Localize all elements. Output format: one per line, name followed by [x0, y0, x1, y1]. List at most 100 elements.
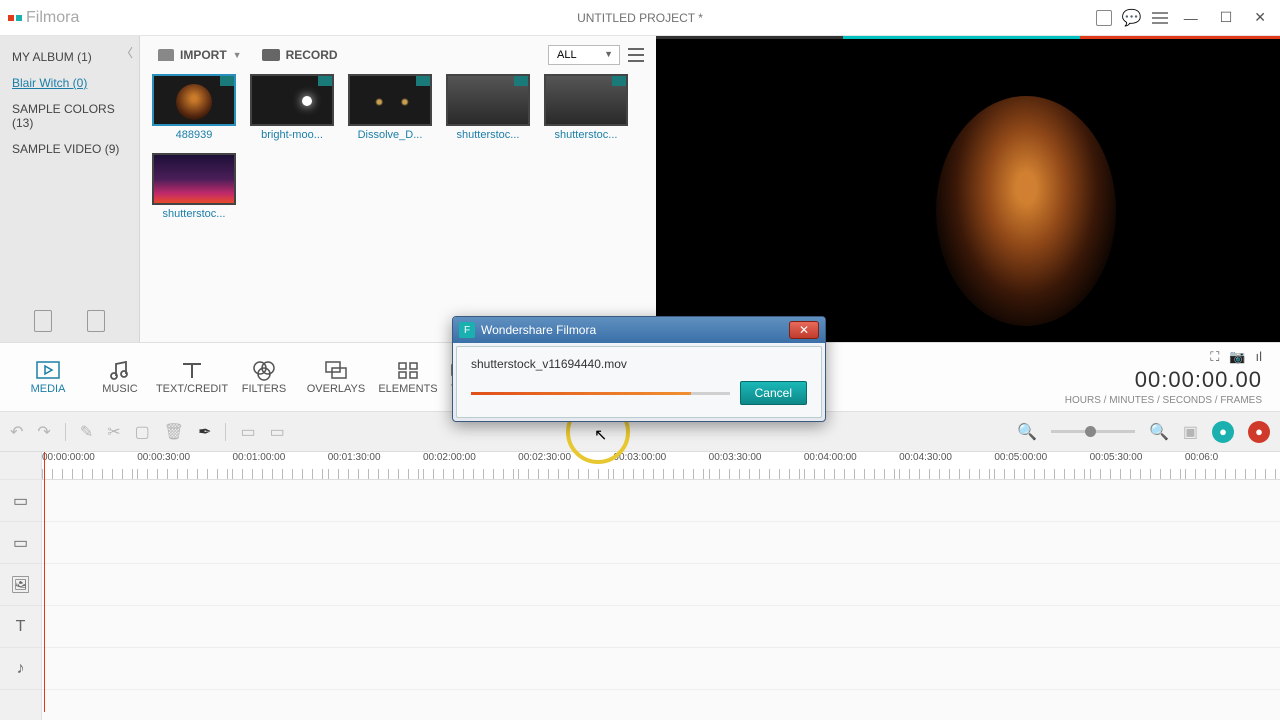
ruler-tick: 00:03:30:00	[709, 452, 762, 463]
marker-icon[interactable]: ●	[1212, 421, 1234, 443]
import-label: IMPORT	[180, 48, 227, 62]
tab-overlays[interactable]: OVERLAYS	[300, 359, 372, 395]
tab-filters[interactable]: FILTERS	[228, 359, 300, 395]
sidebar-item-blair-witch[interactable]: Blair Witch (0)	[0, 70, 139, 96]
playhead[interactable]	[44, 452, 45, 712]
ruler-tick: 00:01:00:00	[232, 452, 285, 463]
thumb-label: bright-moo...	[261, 129, 323, 141]
timeline-track-video2[interactable]	[42, 522, 1280, 564]
snapshot-icon[interactable]: 📷	[1229, 349, 1245, 365]
render-icon[interactable]: ●	[1248, 421, 1270, 443]
view-mode-icon[interactable]	[628, 48, 644, 62]
thumb-label: shutterstoc...	[457, 129, 520, 141]
pen-icon[interactable]: ✒	[198, 422, 211, 442]
media-thumb[interactable]: shutterstoc...	[544, 74, 628, 141]
sidebar: 〈 MY ALBUM (1) Blair Witch (0) SAMPLE CO…	[0, 36, 140, 342]
header-doc-icon[interactable]	[1096, 10, 1112, 26]
ruler-tick: 00:04:00:00	[804, 452, 857, 463]
titlebar: Filmora UNTITLED PROJECT * 💬 — ☐ ✕	[0, 0, 1280, 36]
tab-label: OVERLAYS	[307, 383, 366, 395]
track-head-image[interactable]: 🖼	[0, 564, 41, 606]
tab-label: FILTERS	[242, 383, 286, 395]
preview-image	[936, 96, 1116, 326]
media-thumb[interactable]: shutterstoc...	[152, 153, 236, 220]
timeline: ▭ ▭ 🖼 T ♪ 00:00:00:00 00:00:30:00 00:01:…	[0, 452, 1280, 720]
crop-icon[interactable]: ▢	[135, 422, 150, 442]
volume-icon[interactable]: ıl	[1256, 349, 1263, 365]
dialog-close-button[interactable]: ✕	[789, 321, 819, 339]
media-thumb[interactable]: Dissolve_D...	[348, 74, 432, 141]
dialog-progress-bar	[471, 392, 730, 395]
zoom-in-icon[interactable]: 🔍	[1149, 422, 1169, 442]
track-head-video1[interactable]: ▭	[0, 480, 41, 522]
media-thumb[interactable]: 488939	[152, 74, 236, 141]
split-icon[interactable]: ✂	[107, 422, 120, 442]
dialog-title: Wondershare Filmora	[481, 323, 596, 337]
undo-icon[interactable]: ↶	[10, 422, 23, 442]
sidebar-item-sample-video[interactable]: SAMPLE VIDEO (9)	[0, 136, 139, 162]
import-dialog: F Wondershare Filmora ✕ shutterstock_v11…	[452, 316, 826, 422]
track-head-audio[interactable]: ♪	[0, 648, 41, 690]
ruler-tick: 00:04:30:00	[899, 452, 952, 463]
media-thumb[interactable]: bright-moo...	[250, 74, 334, 141]
cancel-button[interactable]: Cancel	[740, 381, 807, 405]
dialog-filename: shutterstock_v11694440.mov	[471, 357, 807, 371]
close-window-button[interactable]: ✕	[1248, 9, 1272, 26]
tab-media[interactable]: MEDIA	[12, 359, 84, 395]
fullscreen-icon[interactable]: ⛶	[1210, 349, 1219, 365]
preview-progress	[656, 36, 1280, 39]
filmora-icon: F	[459, 322, 475, 338]
menu-icon[interactable]	[1152, 10, 1168, 26]
timeline-track-image[interactable]	[42, 564, 1280, 606]
ruler-tick: 00:00:00:00	[42, 452, 95, 463]
timeline-track-text[interactable]	[42, 606, 1280, 648]
ruler-tick: 00:02:00:00	[423, 452, 476, 463]
feedback-icon[interactable]: 💬	[1122, 8, 1142, 28]
zoom-out-icon[interactable]: 🔍	[1017, 422, 1037, 442]
new-folder-icon[interactable]	[34, 310, 52, 332]
tab-label: MEDIA	[31, 383, 66, 395]
delete-icon[interactable]: 🗑	[164, 422, 184, 442]
ruler-tick: 00:03:00:00	[613, 452, 666, 463]
thumb-label: 488939	[176, 129, 213, 141]
tab-music[interactable]: MUSIC	[84, 359, 156, 395]
preview-panel	[656, 36, 1280, 342]
record-label: RECORD	[286, 48, 338, 62]
media-thumb[interactable]: shutterstoc...	[446, 74, 530, 141]
media-browser: IMPORT ▼ RECORD ALL 488939 bright-moo...	[140, 36, 656, 342]
maximize-button[interactable]: ☐	[1214, 9, 1239, 26]
timecode: 00:00:00.00	[1135, 367, 1262, 393]
media-filter-select[interactable]: ALL	[548, 45, 620, 65]
export-clip-icon[interactable]: ▭	[270, 422, 285, 442]
timeline-track-audio[interactable]	[42, 648, 1280, 690]
timeline-track-video1[interactable]	[42, 480, 1280, 522]
tab-label: TEXT/CREDIT	[156, 383, 228, 395]
edit-icon[interactable]: ✎	[80, 422, 93, 442]
minimize-button[interactable]: —	[1178, 10, 1204, 26]
tab-elements[interactable]: ELEMENTS	[372, 359, 444, 395]
thumb-label: shutterstoc...	[163, 208, 226, 220]
delete-folder-icon[interactable]	[87, 310, 105, 332]
track-head-video2[interactable]: ▭	[0, 522, 41, 564]
redo-icon[interactable]: ↷	[37, 422, 50, 442]
record-button[interactable]: RECORD	[256, 44, 344, 66]
project-title: UNTITLED PROJECT *	[0, 11, 1280, 25]
tab-text-credit[interactable]: TEXT/CREDIT	[156, 359, 228, 395]
thumb-label: shutterstoc...	[555, 129, 618, 141]
sidebar-item-sample-colors[interactable]: SAMPLE COLORS (13)	[0, 96, 139, 136]
import-button[interactable]: IMPORT ▼	[152, 44, 248, 66]
timeline-ruler[interactable]: 00:00:00:00 00:00:30:00 00:01:00:00 00:0…	[42, 452, 1280, 480]
track-head-ruler	[0, 452, 41, 480]
sidebar-collapse-icon[interactable]: 〈	[121, 44, 133, 61]
logo-icon	[8, 15, 22, 21]
ruler-tick: 00:02:30:00	[518, 452, 571, 463]
dialog-titlebar[interactable]: F Wondershare Filmora ✕	[453, 317, 825, 343]
timecode-labels: HOURS / MINUTES / SECONDS / FRAMES	[1065, 395, 1262, 406]
sidebar-item-my-album[interactable]: MY ALBUM (1)	[0, 44, 139, 70]
record-vo-icon[interactable]: ▭	[240, 422, 255, 442]
track-head-text[interactable]: T	[0, 606, 41, 648]
tab-label: MUSIC	[102, 383, 137, 395]
zoom-slider[interactable]	[1051, 430, 1135, 433]
fit-icon[interactable]: ▣	[1183, 422, 1198, 442]
chevron-down-icon: ▼	[233, 50, 242, 60]
